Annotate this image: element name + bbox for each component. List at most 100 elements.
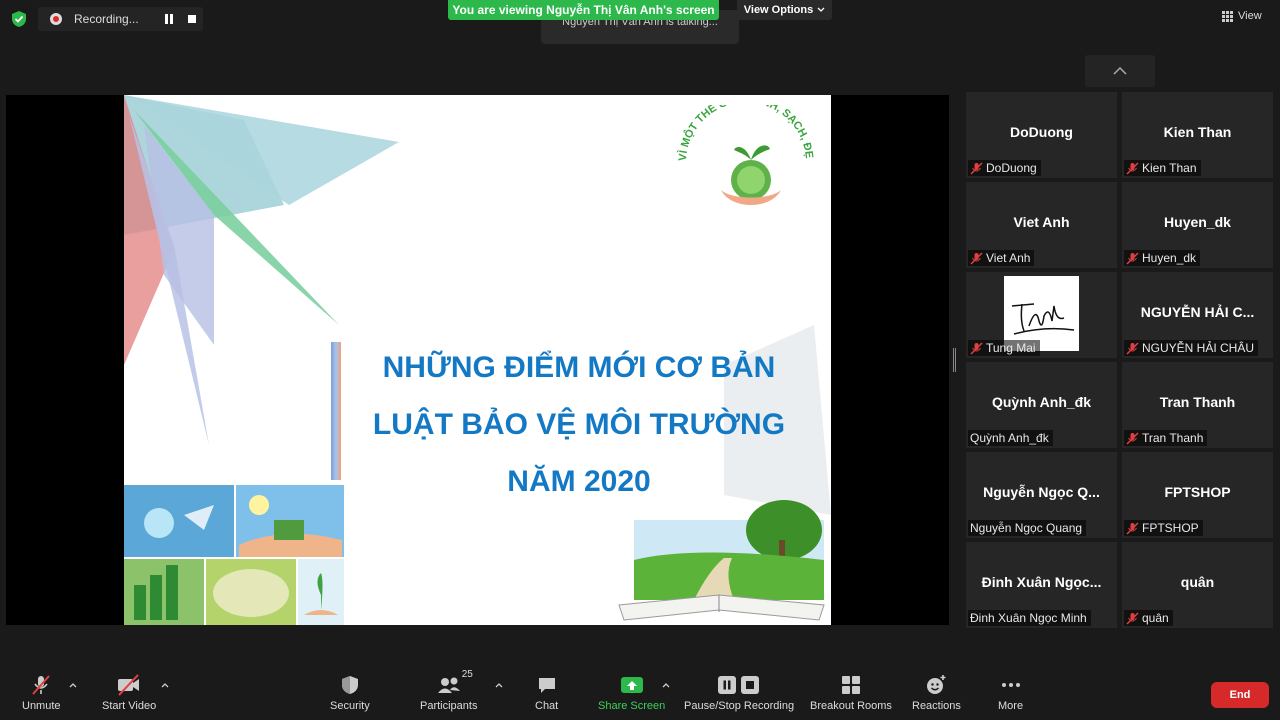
- participant-name: quân: [1180, 574, 1215, 590]
- participant-label: FPTSHOP: [1124, 520, 1203, 536]
- slide-accent-bar: [331, 342, 341, 480]
- pause-stop-recording-icon: [718, 676, 760, 694]
- gallery-scroll-up-button[interactable]: [1085, 55, 1155, 87]
- video-off-icon: [118, 674, 140, 696]
- participant-label-text: NGUYỄN HẢI CHÂU: [1142, 341, 1255, 355]
- unmute-label: Unmute: [22, 700, 61, 712]
- slide-title: NHỮNG ĐIỂM MỚI CƠ BẢN LUẬT BẢO VỆ MÔI TR…: [354, 339, 804, 510]
- chat-bubble-icon: [538, 678, 555, 693]
- participant-label-text: FPTSHOP: [1142, 521, 1199, 535]
- breakout-rooms-button[interactable]: Breakout Rooms: [810, 672, 892, 712]
- share-options-caret-icon[interactable]: [661, 680, 671, 690]
- participant-label-text: Nguyễn Ngọc Quang: [970, 521, 1083, 535]
- mic-muted-icon: [1126, 431, 1139, 445]
- participant-name: Nguyễn Ngọc Q...: [983, 484, 1100, 500]
- video-options-caret-icon[interactable]: [160, 680, 170, 690]
- shield-check-icon[interactable]: [10, 10, 28, 28]
- participant-tile[interactable]: NGUYỄN HẢI C... NGUYỄN HẢI CHÂU: [1122, 272, 1273, 358]
- grid-view-icon: [1222, 10, 1233, 22]
- participant-label: Viet Anh: [968, 250, 1035, 266]
- participant-label-text: Đinh Xuân Ngọc Minh: [970, 611, 1087, 625]
- audio-options-caret-icon[interactable]: [68, 680, 78, 690]
- mic-muted-icon: [1126, 521, 1139, 535]
- participant-name: NGUYỄN HẢI C...: [1140, 304, 1255, 320]
- participant-label-text: Quỳnh Anh_đk: [970, 431, 1049, 445]
- participant-label-text: Tran Thanh: [1142, 431, 1204, 445]
- participant-label: Tran Thanh: [1124, 430, 1208, 446]
- participant-name: Huyen_dk: [1164, 214, 1231, 230]
- mic-muted-icon: [970, 251, 983, 265]
- participant-label: quân: [1124, 610, 1173, 626]
- open-book-landscape-image: [618, 500, 825, 621]
- start-video-button[interactable]: Start Video: [102, 672, 156, 712]
- share-screen-button[interactable]: Share Screen: [598, 672, 665, 712]
- participant-name: DoDuong: [1010, 124, 1073, 140]
- chat-button[interactable]: Chat: [535, 672, 558, 712]
- breakout-rooms-label: Breakout Rooms: [810, 700, 892, 712]
- participant-tile[interactable]: DoDuong DoDuong: [966, 92, 1117, 178]
- participant-tile[interactable]: Kien Than Kien Than: [1122, 92, 1273, 178]
- chat-label: Chat: [535, 700, 559, 712]
- reactions-button[interactable]: Reactions: [912, 672, 961, 712]
- mic-muted-icon: [1126, 611, 1139, 625]
- mic-muted-icon: [1126, 251, 1139, 265]
- mic-muted-icon: [970, 161, 983, 175]
- mic-muted-icon: [970, 341, 983, 355]
- participant-tile[interactable]: FPTSHOP FPTSHOP: [1122, 452, 1273, 538]
- view-options-button[interactable]: View Options: [737, 0, 832, 20]
- chevron-down-icon: [817, 7, 825, 12]
- reactions-label: Reactions: [912, 700, 961, 712]
- more-label: More: [998, 700, 1024, 712]
- participant-tile[interactable]: Huyen_dk Huyen_dk: [1122, 182, 1273, 268]
- view-button[interactable]: View: [1222, 10, 1262, 22]
- more-button[interactable]: More: [998, 672, 1023, 712]
- recording-dot-icon: [50, 13, 62, 25]
- participant-tile[interactable]: Tung Mai: [966, 272, 1117, 358]
- security-shield-icon: [341, 676, 358, 694]
- share-screen-label: Share Screen: [598, 700, 666, 712]
- security-button[interactable]: Security: [330, 672, 370, 712]
- breakout-rooms-icon: [841, 676, 860, 694]
- participant-label: Đinh Xuân Ngọc Minh: [968, 610, 1091, 626]
- presentation-slide: VÌ MỘT THẾ GIỚI XANH, SẠCH, ĐẸP NHỮNG ĐI…: [124, 95, 831, 625]
- view-label: View: [1238, 10, 1262, 22]
- participant-label: NGUYỄN HẢI CHÂU: [1124, 340, 1259, 356]
- stop-recording-icon[interactable]: [188, 15, 196, 23]
- pause-recording-icon[interactable]: [164, 14, 174, 24]
- participants-caret-icon[interactable]: [494, 680, 504, 690]
- participants-button[interactable]: 25 Participants: [420, 669, 478, 712]
- participant-tile[interactable]: Quỳnh Anh_đk Quỳnh Anh_đk: [966, 362, 1117, 448]
- recording-label: Recording...: [74, 12, 139, 26]
- participant-tile[interactable]: Viet Anh Viet Anh: [966, 182, 1117, 268]
- participant-tile[interactable]: Nguyễn Ngọc Q... Nguyễn Ngọc Quang: [966, 452, 1117, 538]
- panel-resize-handle[interactable]: [953, 348, 956, 372]
- participant-count: 25: [461, 669, 473, 680]
- view-options-label: View Options: [743, 4, 814, 16]
- mic-muted-icon: [1126, 161, 1139, 175]
- participants-icon: [437, 677, 460, 693]
- start-video-label: Start Video: [102, 700, 157, 712]
- participant-label-text: Viet Anh: [986, 251, 1031, 265]
- green-world-logo: VÌ MỘT THẾ GIỚI XANH, SẠCH, ĐẸP: [672, 95, 826, 215]
- unmute-button[interactable]: Unmute: [22, 672, 61, 712]
- end-meeting-button[interactable]: End: [1211, 682, 1269, 708]
- recording-indicator: Recording...: [38, 7, 203, 31]
- pause-stop-recording-button[interactable]: Pause/Stop Recording: [684, 672, 794, 712]
- participant-label-text: Huyen_dk: [1142, 251, 1197, 265]
- participants-label: Participants: [420, 700, 478, 712]
- participant-tile[interactable]: Tran Thanh Tran Thanh: [1122, 362, 1273, 448]
- participant-tile[interactable]: Đinh Xuân Ngọc... Đinh Xuân Ngọc Minh: [966, 542, 1117, 628]
- participant-label-text: DoDuong: [986, 161, 1037, 175]
- participant-name: Đinh Xuân Ngọc...: [981, 574, 1102, 590]
- meeting-toolbar: Unmute Start Video Security 25 Participa…: [0, 660, 1280, 720]
- pause-stop-recording-label: Pause/Stop Recording: [684, 700, 795, 712]
- slide-title-line1: NHỮNG ĐIỂM MỚI CƠ BẢN: [382, 351, 776, 384]
- mic-muted-icon: [1126, 341, 1139, 355]
- participant-name: Viet Anh: [1013, 214, 1070, 230]
- participant-label-text: quân: [1142, 611, 1169, 625]
- shared-screen: VÌ MỘT THẾ GIỚI XANH, SẠCH, ĐẸP NHỮNG ĐI…: [6, 95, 949, 625]
- zoom-meeting-window: Recording... Nguyễn Thị Vân Anh is talki…: [0, 0, 1280, 720]
- viewing-screen-banner: You are viewing Nguyễn Thị Vân Anh's scr…: [448, 0, 719, 20]
- participant-tile[interactable]: quân quân: [1122, 542, 1273, 628]
- participant-label: Quỳnh Anh_đk: [968, 430, 1053, 446]
